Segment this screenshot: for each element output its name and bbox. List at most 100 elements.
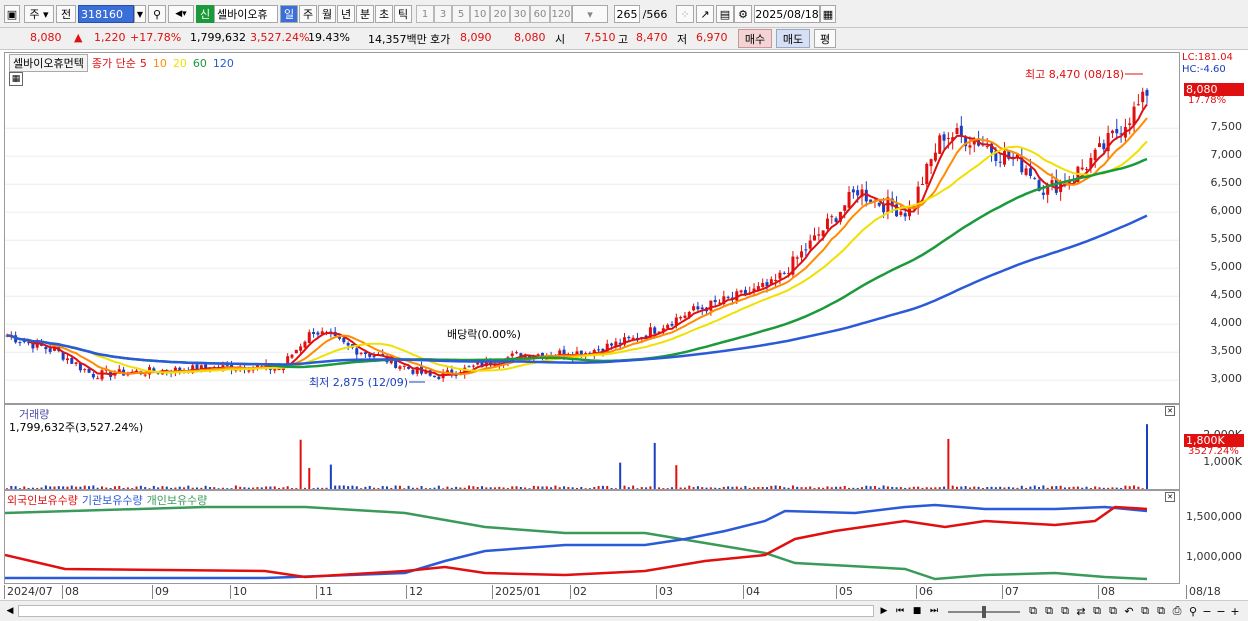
price-chart-pane[interactable]: 셀바이오휴먼텍 종가 단순 5 10 20 60 120 ▦ 최고 8,470 (08/… (4, 52, 1180, 404)
scroll-right-icon[interactable]: ▶ (878, 604, 890, 618)
code-dropdown-icon[interactable]: ▼ (134, 5, 146, 23)
interval-button-30[interactable]: 30 (510, 5, 530, 23)
chart-stock-name[interactable]: 셀바이오휴먼텍 (9, 54, 88, 72)
speaker-icon[interactable]: ◀▾ (168, 5, 194, 23)
x-tick-7: 02 (570, 585, 587, 599)
buy-button[interactable]: 매수 (738, 29, 772, 48)
market-select[interactable]: 주 ▾ (24, 5, 54, 23)
zoom-slider-handle[interactable] (982, 606, 986, 618)
holdings-pane[interactable]: 외국인보유수량 기관보유수량 개인보유수량 ✕ (4, 490, 1180, 584)
undo-icon[interactable]: ↶ (1122, 604, 1136, 618)
avg-button[interactable]: 평 (814, 29, 836, 48)
sell-button[interactable]: 매도 (776, 29, 810, 48)
candle (316, 332, 320, 335)
volume-bar (835, 486, 838, 489)
candle (294, 349, 298, 354)
volume-bar (921, 487, 924, 489)
volume-bar (804, 487, 807, 489)
stop-icon[interactable]: ■ (910, 604, 924, 618)
period-button-0[interactable]: 일 (280, 5, 298, 23)
interval-button-20[interactable]: 20 (490, 5, 510, 23)
scroll-left-icon[interactable]: ◀ (4, 604, 16, 618)
compare-icon[interactable]: ⇄ (1074, 604, 1088, 618)
last-icon[interactable]: ⏭ (926, 604, 942, 618)
window-icon[interactable]: ▣ (4, 5, 20, 23)
volume-bar (925, 487, 928, 489)
bar-count-input[interactable]: 265 (614, 5, 640, 23)
candle (312, 332, 316, 334)
candle (277, 369, 281, 371)
first-icon[interactable]: ⏮ (892, 604, 908, 618)
search-icon[interactable]: ⚲ (148, 5, 166, 23)
volume-bar (744, 485, 747, 489)
interval-button-60[interactable]: 60 (530, 5, 550, 23)
overlay2-icon[interactable]: ⧉ (1106, 604, 1120, 618)
ma-line-120 (6, 214, 1148, 366)
candle (985, 146, 989, 148)
candle (834, 218, 838, 222)
volume-bar (476, 486, 479, 489)
print-icon[interactable]: ⎙ (1170, 604, 1184, 618)
grid-toggle-icon[interactable]: ▦ (9, 72, 23, 86)
interval-dropdown[interactable]: ▾ (572, 5, 608, 23)
volume-pane[interactable]: 거래량 1,799,632주(3,527.24%) ✕ (4, 404, 1180, 490)
period-button-3[interactable]: 년 (337, 5, 355, 23)
volume-bar (23, 486, 26, 489)
volume-bar (437, 485, 440, 489)
candle (929, 159, 933, 167)
candle (44, 346, 48, 350)
period-button-5[interactable]: 초 (375, 5, 393, 23)
volume-bar (714, 487, 717, 489)
calendar-icon[interactable]: ▦ (820, 5, 836, 23)
layout2-icon[interactable]: ⧉ (1042, 604, 1056, 618)
high-annotation: 최고 8,470 (08/18) (1025, 68, 1125, 81)
overlay-icon[interactable]: ⧉ (1090, 604, 1104, 618)
volume-bar (243, 487, 246, 489)
volume-bar (411, 487, 414, 489)
zoom-icon[interactable]: ⚲ (1186, 604, 1200, 618)
zoom-out-icon[interactable]: − (1200, 604, 1214, 618)
minus-icon[interactable]: − (1214, 604, 1228, 618)
interval-button-5[interactable]: 5 (452, 5, 470, 23)
close-icon[interactable]: ✕ (1165, 406, 1175, 416)
layout3-icon[interactable]: ⧉ (1058, 604, 1072, 618)
draw-icon[interactable]: ↗ (696, 5, 714, 23)
period-button-4[interactable]: 분 (356, 5, 374, 23)
volume-bar (848, 487, 851, 489)
layout-icon[interactable]: ⧉ (1026, 604, 1040, 618)
interval-button-3[interactable]: 3 (434, 5, 452, 23)
candle (847, 191, 851, 208)
grid-icon[interactable]: ⁘ (676, 5, 694, 23)
scrollbar-track[interactable] (18, 605, 874, 617)
candle (1093, 149, 1097, 161)
volume-bar (619, 462, 622, 489)
interval-button-1[interactable]: 1 (416, 5, 434, 23)
candle (998, 161, 1002, 163)
prev-button[interactable]: 전 (56, 5, 76, 23)
stock-name-field[interactable]: 셀바이오휴 (214, 5, 278, 23)
close-icon[interactable]: ✕ (1165, 492, 1175, 502)
volume-rate: 3,527.24% (250, 31, 310, 44)
zoom-in-icon[interactable]: + (1228, 604, 1242, 618)
date-input[interactable]: 2025/08/18 (754, 5, 820, 23)
interval-button-10[interactable]: 10 (470, 5, 490, 23)
candle (899, 211, 903, 216)
volume-bar (709, 487, 712, 489)
period-button-1[interactable]: 주 (299, 5, 317, 23)
volume-bar (481, 486, 483, 489)
paste-icon[interactable]: ⧉ (1154, 604, 1168, 618)
volume-bar (260, 487, 263, 489)
volume-bar (247, 487, 250, 489)
save-icon[interactable]: ▤ (716, 5, 734, 23)
volume-bar (873, 486, 876, 489)
candle (247, 370, 251, 372)
interval-button-120[interactable]: 120 (550, 5, 572, 23)
volume-bar (109, 487, 112, 489)
gear-icon[interactable]: ⚙ (734, 5, 752, 23)
period-button-2[interactable]: 월 (318, 5, 336, 23)
period-button-6[interactable]: 틱 (394, 5, 412, 23)
hold-tick-1000000: 1,000,000 (1186, 550, 1242, 563)
volume-bar (576, 487, 578, 489)
stock-code-input[interactable]: 318160 (78, 5, 134, 23)
copy-icon[interactable]: ⧉ (1138, 604, 1152, 618)
